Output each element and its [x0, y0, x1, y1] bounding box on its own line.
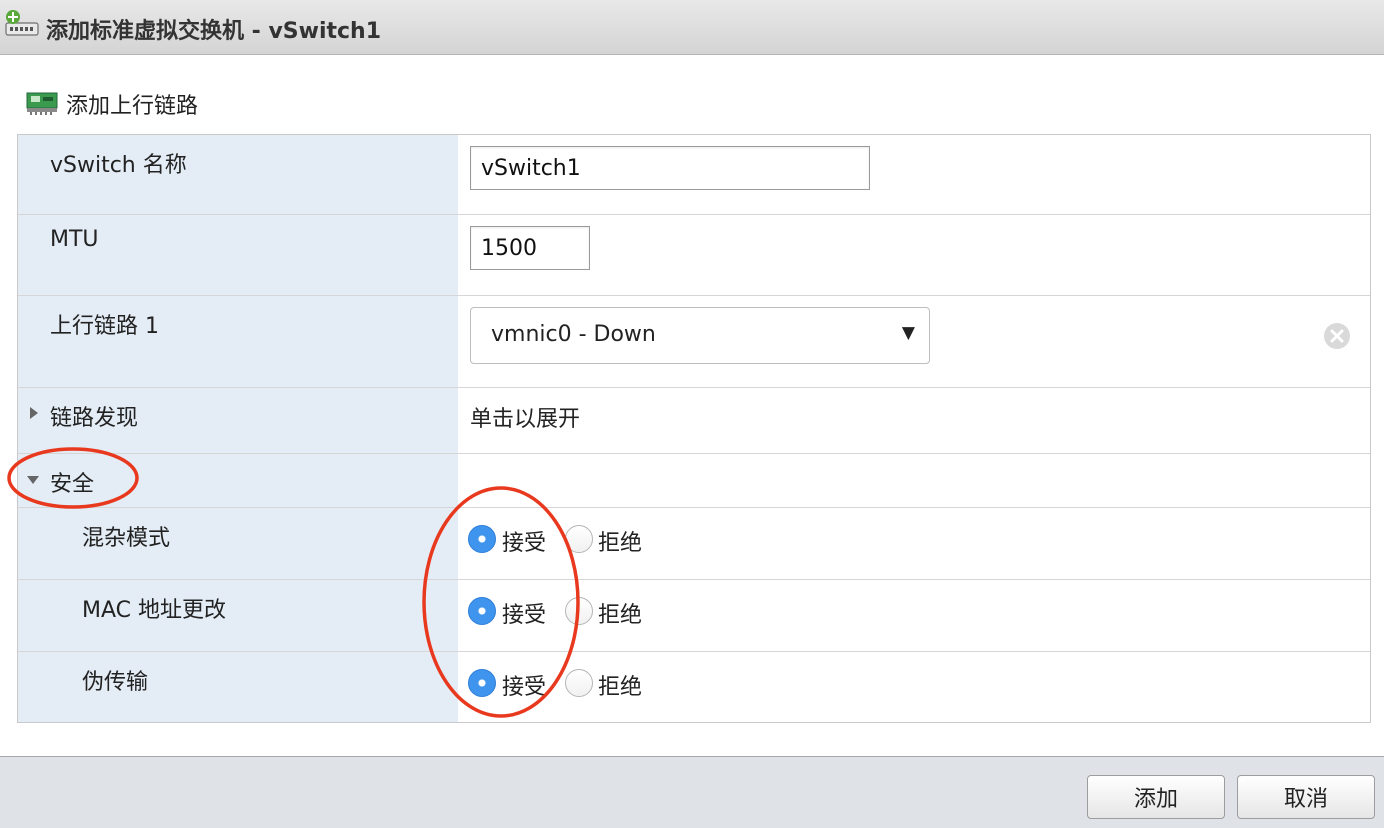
mtu-input[interactable]: [470, 226, 590, 270]
mac-change-reject-radio[interactable]: [565, 597, 593, 625]
dialog-titlebar: 添加标准虚拟交换机 - vSwitch1: [0, 0, 1384, 55]
add-vswitch-icon: [5, 10, 39, 36]
remove-icon[interactable]: [1323, 322, 1351, 350]
mac-change-label: MAC 地址更改: [82, 598, 226, 623]
expand-caret-icon: [30, 407, 38, 419]
accept-label: 接受: [502, 531, 547, 556]
link-discovery-hint: 单击以展开: [470, 407, 581, 432]
dialog-title: 添加标准虚拟交换机 - vSwitch1: [46, 19, 382, 44]
forged-transmits-reject-radio[interactable]: [565, 669, 593, 697]
promiscuous-row: 混杂模式 接受 拒绝: [18, 508, 1370, 580]
promiscuous-reject-radio[interactable]: [565, 525, 593, 553]
vswitch-form: vSwitch 名称 MTU 上行链路 1 vmnic0 - Down ▼ 链路…: [17, 134, 1371, 723]
add-uplink-label: 添加上行链路: [66, 94, 199, 119]
link-discovery-row[interactable]: 链路发现 单击以展开: [18, 388, 1370, 454]
reject-label: 拒绝: [598, 531, 643, 556]
reject-label: 拒绝: [598, 675, 643, 700]
uplink1-select[interactable]: vmnic0 - Down ▼: [470, 307, 930, 364]
vswitch-name-input[interactable]: [470, 146, 870, 190]
nic-icon: [26, 92, 58, 115]
link-discovery-label: 链路发现: [50, 406, 139, 431]
security-row[interactable]: 安全: [18, 454, 1370, 508]
forged-transmits-label: 伪传输: [82, 670, 149, 695]
accept-label: 接受: [502, 603, 547, 628]
promiscuous-accept-radio[interactable]: [468, 525, 496, 553]
reject-label: 拒绝: [598, 603, 643, 628]
mtu-row: MTU: [18, 215, 1370, 296]
dropdown-arrow-icon: ▼: [901, 323, 915, 343]
uplink1-row: 上行链路 1 vmnic0 - Down ▼: [18, 296, 1370, 388]
vswitch-name-label: vSwitch 名称: [50, 153, 187, 178]
cancel-button[interactable]: 取消: [1237, 775, 1375, 819]
forged-transmits-row: 伪传输 接受 拒绝: [18, 652, 1370, 722]
mtu-label: MTU: [50, 227, 99, 252]
forged-transmits-accept-radio[interactable]: [468, 669, 496, 697]
dialog-footer: 添加 取消: [0, 756, 1384, 828]
collapse-caret-icon: [27, 476, 39, 484]
security-label: 安全: [50, 472, 95, 497]
add-button[interactable]: 添加: [1087, 775, 1225, 819]
accept-label: 接受: [502, 675, 547, 700]
uplink1-selected-value: vmnic0 - Down: [491, 322, 656, 347]
vswitch-name-row: vSwitch 名称: [18, 135, 1370, 215]
promiscuous-label: 混杂模式: [82, 526, 171, 551]
mac-change-accept-radio[interactable]: [468, 597, 496, 625]
uplink1-label: 上行链路 1: [50, 314, 159, 339]
mac-change-row: MAC 地址更改 接受 拒绝: [18, 580, 1370, 652]
